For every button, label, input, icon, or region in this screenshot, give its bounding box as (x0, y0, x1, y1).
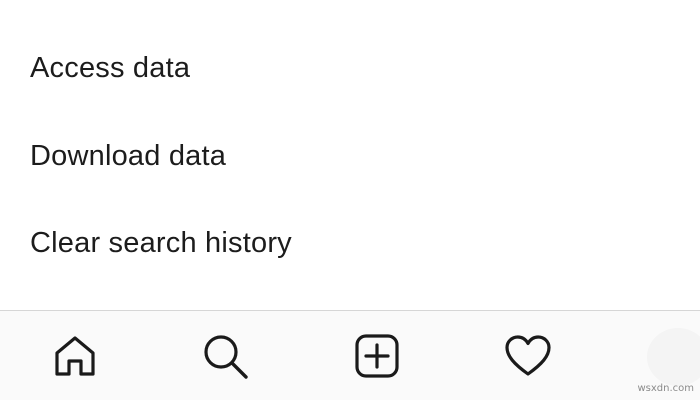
download-data-item[interactable]: Download data (30, 140, 226, 173)
settings-screen: Access data Download data Clear search h… (0, 0, 700, 400)
data-settings-menu: Access data Download data Clear search h… (0, 0, 700, 310)
profile-avatar[interactable] (647, 328, 700, 386)
home-button[interactable] (50, 331, 100, 381)
new-post-button[interactable] (352, 331, 402, 381)
search-button[interactable] (200, 331, 250, 381)
watermark: wsxdn.com (637, 383, 694, 394)
activity-button[interactable] (503, 331, 553, 381)
bottom-navigation-bar (0, 310, 700, 400)
new-post-icon (355, 334, 399, 378)
clear-search-history-item[interactable]: Clear search history (30, 227, 292, 260)
search-icon (204, 335, 248, 379)
heart-icon (505, 335, 551, 376)
access-data-item[interactable]: Access data (30, 52, 190, 85)
home-icon (55, 336, 95, 376)
